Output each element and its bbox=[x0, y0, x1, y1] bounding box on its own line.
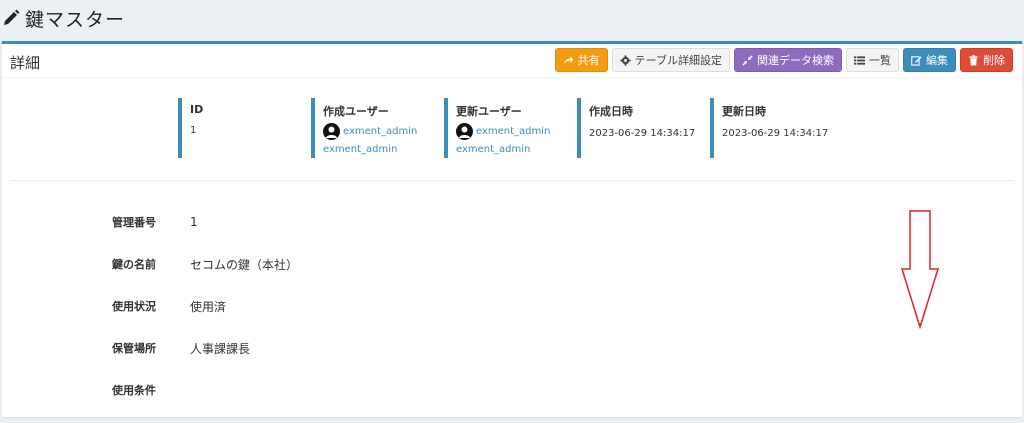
info-created-at-value: 2023-06-29 14:34:17 bbox=[589, 128, 696, 139]
info-id-label: ID bbox=[190, 103, 204, 116]
info-created-at-label: 作成日時 bbox=[589, 105, 633, 118]
created-user-link-2[interactable]: exment_admin bbox=[323, 144, 436, 155]
down-arrow-icon bbox=[900, 210, 940, 330]
field-value: 使用済 bbox=[190, 299, 227, 314]
delete-button[interactable]: 削除 bbox=[960, 48, 1013, 72]
info-updated-user-label: 更新ユーザー bbox=[456, 105, 522, 118]
edit-button-label: 編集 bbox=[926, 54, 948, 67]
share-button[interactable]: 共有 bbox=[554, 48, 608, 72]
field-row: 鍵の名前 セコムの鍵（本社） bbox=[112, 254, 298, 274]
info-id: ID 1 bbox=[178, 98, 303, 158]
field-row: 使用条件 bbox=[112, 380, 190, 400]
info-created-user: 作成ユーザー exment_admin exment_admin bbox=[311, 98, 436, 158]
updated-user-link-2[interactable]: exment_admin bbox=[456, 144, 569, 155]
compress-icon bbox=[742, 54, 753, 66]
info-created-at: 作成日時 2023-06-29 14:34:17 bbox=[577, 98, 702, 158]
field-label: 管理番号 bbox=[112, 216, 156, 229]
box-title: 詳細 bbox=[10, 54, 41, 72]
pencil-icon bbox=[2, 9, 20, 27]
field-label: 保管場所 bbox=[112, 342, 156, 355]
divider bbox=[10, 180, 1014, 181]
edit-icon bbox=[911, 55, 922, 66]
info-updated-user: 更新ユーザー exment_admin exment_admin bbox=[444, 98, 569, 158]
field-value: 人事課課長 bbox=[190, 341, 251, 356]
info-updated-at-value: 2023-06-29 14:34:17 bbox=[722, 128, 829, 139]
field-value: セコムの鍵（本社） bbox=[190, 257, 299, 272]
info-created-user-label: 作成ユーザー bbox=[323, 105, 389, 118]
page-title: 鍵マスター bbox=[25, 8, 126, 31]
table-settings-button[interactable]: テーブル詳細設定 bbox=[611, 48, 730, 72]
field-label: 鍵の名前 bbox=[112, 258, 156, 271]
info-id-value: 1 bbox=[190, 125, 197, 136]
field-label: 使用状況 bbox=[112, 300, 156, 313]
list-icon bbox=[854, 55, 865, 65]
detail-box: 詳細 共有 テーブル詳細設定 関連データ検索 一覧 編集 削除 ID 1 作成ユ… bbox=[2, 41, 1022, 417]
share-icon bbox=[563, 55, 574, 64]
page-header: 鍵マスター bbox=[0, 0, 1024, 36]
related-search-button[interactable]: 関連データ検索 bbox=[734, 48, 842, 72]
share-button-label: 共有 bbox=[577, 54, 600, 67]
created-user-link[interactable]: exment_admin bbox=[343, 126, 417, 137]
delete-button-label: 削除 bbox=[983, 54, 1005, 67]
updated-user-link[interactable]: exment_admin bbox=[476, 126, 550, 137]
field-row: 保管場所 人事課課長 bbox=[112, 338, 250, 358]
info-updated-at-label: 更新日時 bbox=[722, 105, 766, 118]
created-user-line: exment_admin bbox=[323, 123, 436, 140]
avatar-icon bbox=[323, 123, 340, 140]
updated-user-line: exment_admin bbox=[456, 123, 569, 140]
field-label: 使用条件 bbox=[112, 384, 156, 397]
edit-button[interactable]: 編集 bbox=[903, 48, 956, 72]
box-header: 詳細 共有 テーブル詳細設定 関連データ検索 一覧 編集 削除 bbox=[2, 44, 1022, 78]
field-value: 1 bbox=[190, 215, 198, 229]
related-search-button-label: 関連データ検索 bbox=[757, 54, 834, 67]
list-button-label: 一覧 bbox=[869, 54, 891, 67]
info-updated-at: 更新日時 2023-06-29 14:34:17 bbox=[710, 98, 835, 158]
trash-icon bbox=[969, 54, 978, 66]
avatar-icon bbox=[456, 123, 473, 140]
field-row: 管理番号 1 bbox=[112, 212, 198, 232]
field-row: 使用状況 使用済 bbox=[112, 296, 226, 316]
gear-icon bbox=[620, 54, 631, 66]
list-button[interactable]: 一覧 bbox=[846, 48, 899, 72]
table-settings-button-label: テーブル詳細設定 bbox=[634, 54, 722, 67]
toolbar: 共有 テーブル詳細設定 関連データ検索 一覧 編集 削除 bbox=[554, 48, 1013, 72]
